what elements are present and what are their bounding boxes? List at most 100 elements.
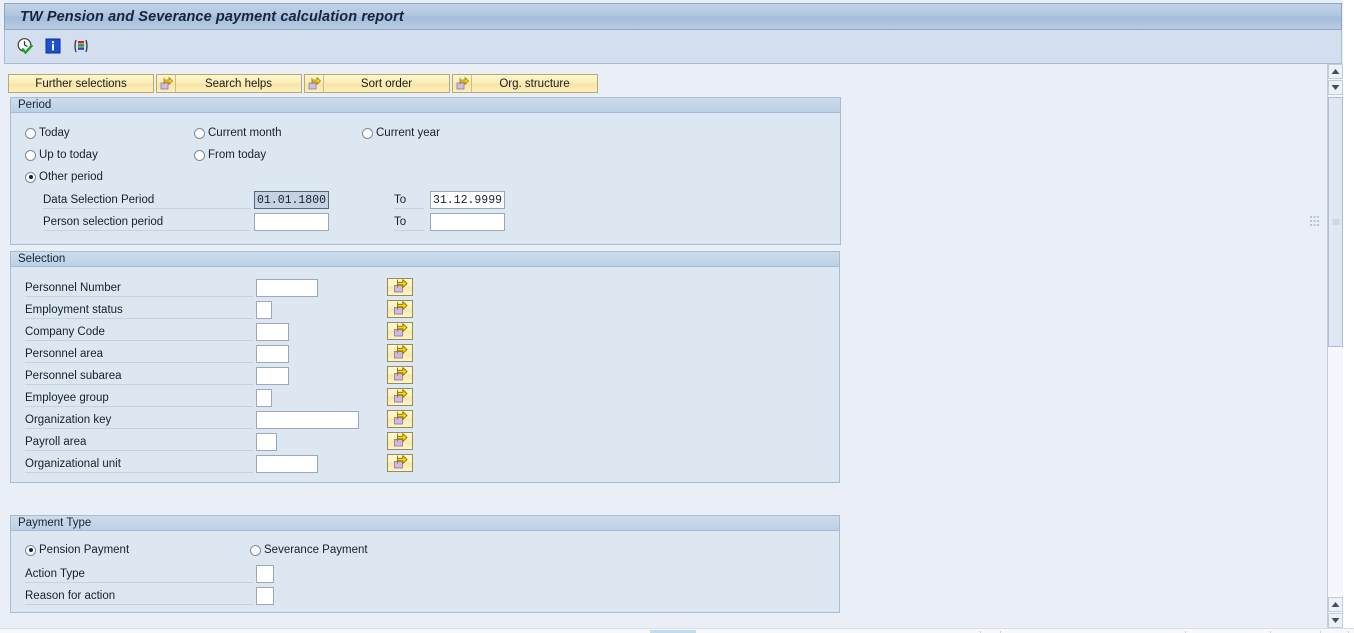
radio-current-month[interactable]: Current month — [194, 127, 282, 139]
arrow-right-icon — [393, 410, 408, 428]
employee-group-multiple-selection-button[interactable] — [387, 388, 413, 406]
radio-severance-payment-label: Severance Payment — [264, 544, 368, 556]
scrollbar-grip-icon — [1332, 219, 1339, 225]
arrow-right-icon — [393, 388, 408, 406]
company-code-label: Company Code — [25, 324, 253, 341]
sort-order-button[interactable]: Sort order — [304, 74, 450, 93]
payroll-area-multiple-selection-button[interactable] — [387, 432, 413, 450]
person-selection-period-from-input[interactable] — [254, 213, 329, 231]
radio-severance-payment[interactable]: Severance Payment — [250, 544, 368, 556]
application-toolbar: © www.tutorialkart.com — [4, 30, 1342, 90]
scroll-down-bottom-icon-2[interactable] — [1328, 613, 1343, 628]
radio-from-today-label: From today — [208, 149, 267, 161]
payment-type-group-title: Payment Type — [11, 516, 839, 531]
personnel-subarea-input[interactable] — [256, 367, 289, 385]
person-selection-period-to-input[interactable] — [430, 213, 505, 231]
sap-gui-window: TW Pension and Severance payment calcula… — [0, 0, 1354, 633]
arrow-right-icon — [453, 75, 472, 92]
arrow-right-icon — [393, 432, 408, 450]
radio-today-label: Today — [39, 127, 70, 139]
radio-current-year-indicator — [362, 127, 373, 139]
radio-pension-payment[interactable]: Pension Payment — [25, 544, 129, 556]
radio-up-to-today-label: Up to today — [39, 149, 98, 161]
inner-splitter-handle[interactable] — [1305, 215, 1324, 228]
search-helps-label: Search helps — [204, 77, 273, 90]
radio-current-year[interactable]: Current year — [362, 127, 440, 139]
radio-pension-payment-label: Pension Payment — [39, 544, 130, 556]
period-group: Period Today Current month Current year … — [10, 97, 841, 245]
data-selection-period-to-input[interactable] — [430, 191, 505, 209]
radio-from-today[interactable]: From today — [194, 149, 266, 161]
vertical-scrollbar[interactable] — [1327, 64, 1344, 629]
data-selection-period-from-input[interactable] — [254, 191, 329, 209]
info-icon[interactable] — [43, 36, 63, 56]
scrollbar-thumb[interactable] — [1328, 97, 1343, 347]
data-selection-period-label: Data Selection Period — [43, 192, 251, 209]
radio-today-indicator — [25, 127, 36, 139]
payroll-area-input[interactable] — [256, 433, 277, 451]
payment-type-group: Payment Type Pension Payment Severance P… — [10, 515, 840, 613]
window-title-bar: TW Pension and Severance payment calcula… — [4, 3, 1342, 30]
personnel-area-label: Personnel area — [25, 346, 253, 363]
radio-other-period-label: Other period — [39, 171, 103, 183]
company-code-multiple-selection-button[interactable] — [387, 322, 413, 340]
radio-other-period-indicator — [25, 171, 36, 183]
sort-order-label: Sort order — [360, 77, 413, 90]
personnel-subarea-multiple-selection-button[interactable] — [387, 366, 413, 384]
personnel-area-multiple-selection-button[interactable] — [387, 344, 413, 362]
reason-for-action-input[interactable] — [256, 587, 274, 605]
right-margin — [1343, 0, 1354, 633]
arrow-right-icon — [393, 366, 408, 384]
organization-key-label: Organization key — [25, 412, 253, 429]
radio-up-to-today[interactable]: Up to today — [25, 149, 98, 161]
scroll-down-icon[interactable] — [1328, 80, 1343, 95]
selection-group: Selection Personnel Number Employment sta… — [10, 251, 840, 483]
arrow-right-icon — [157, 75, 176, 92]
person-selection-period-to-label: To — [394, 214, 424, 231]
arrow-right-icon — [393, 454, 408, 472]
person-selection-period-label: Person selection period — [43, 214, 251, 231]
scroll-down-bottom-icon[interactable] — [1328, 597, 1343, 612]
employee-group-input[interactable] — [256, 389, 272, 407]
scroll-up-icon[interactable] — [1328, 64, 1343, 79]
radio-today[interactable]: Today — [25, 127, 70, 139]
arrow-right-icon — [305, 75, 324, 92]
org-structure-button[interactable]: Org. structure — [452, 74, 598, 93]
radio-other-period[interactable]: Other period — [25, 171, 103, 183]
selection-screen-content: Further selections Search helps Sort ord… — [4, 64, 1320, 629]
employment-status-input[interactable] — [256, 301, 272, 319]
period-group-title: Period — [11, 98, 840, 113]
personnel-number-input[interactable] — [256, 279, 318, 297]
radio-severance-payment-indicator — [250, 544, 261, 556]
radio-current-year-label: Current year — [376, 127, 440, 139]
organizational-unit-multiple-selection-button[interactable] — [387, 454, 413, 472]
arrow-right-icon — [393, 300, 408, 318]
data-selection-period-to-label: To — [394, 192, 424, 209]
organization-key-input[interactable] — [256, 411, 359, 429]
execute-clock-icon[interactable] — [15, 36, 35, 56]
arrow-right-icon — [393, 322, 408, 340]
radio-current-month-indicator — [194, 127, 205, 139]
page-title: TW Pension and Severance payment calcula… — [20, 8, 404, 25]
personnel-number-multiple-selection-button[interactable] — [387, 278, 413, 296]
variant-icon[interactable] — [71, 36, 91, 56]
organization-key-multiple-selection-button[interactable] — [387, 410, 413, 428]
employment-status-multiple-selection-button[interactable] — [387, 300, 413, 318]
radio-from-today-indicator — [194, 149, 205, 161]
organizational-unit-label: Organizational unit — [25, 456, 253, 473]
toolbar-icon-group — [15, 36, 91, 56]
employment-status-label: Employment status — [25, 302, 253, 319]
personnel-number-label: Personnel Number — [25, 280, 253, 297]
search-helps-button[interactable]: Search helps — [156, 74, 302, 93]
payroll-area-label: Payroll area — [25, 434, 253, 451]
action-type-label: Action Type — [25, 566, 253, 583]
arrow-right-icon — [393, 278, 408, 296]
action-type-input[interactable] — [256, 565, 274, 583]
selection-buttons-row: Further selections Search helps Sort ord… — [8, 74, 598, 93]
reason-for-action-label: Reason for action — [25, 588, 253, 605]
further-selections-button[interactable]: Further selections — [8, 74, 154, 93]
organizational-unit-input[interactable] — [256, 455, 318, 473]
personnel-area-input[interactable] — [256, 345, 289, 363]
company-code-input[interactable] — [256, 323, 289, 341]
status-bar — [0, 628, 1354, 633]
